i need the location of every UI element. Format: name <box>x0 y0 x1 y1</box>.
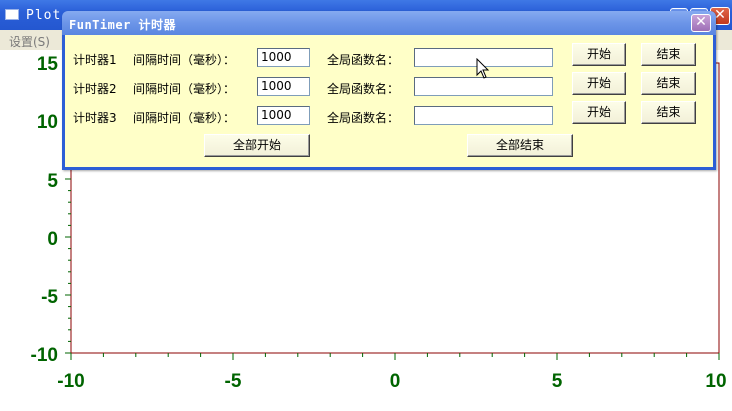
y-tick-label: 15 <box>37 54 59 75</box>
timer-3-label: 计时器3 <box>73 111 117 125</box>
timer-2-interval-label: 间隔时间（毫秒）： <box>133 82 236 96</box>
dialog-close-button[interactable]: ✕ <box>691 14 711 32</box>
y-tick-label: -5 <box>41 287 58 308</box>
timer-3-function-label: 全局函数名： <box>327 111 400 125</box>
timer-2-stop-button[interactable]: 结束 <box>641 72 696 95</box>
dialog-title: FunTimer 计时器 <box>69 18 177 32</box>
y-tick-label: 10 <box>37 112 58 133</box>
x-tick-label: -10 <box>57 371 84 392</box>
timer-1-start-button[interactable]: 开始 <box>572 43 626 66</box>
start-all-button[interactable]: 全部开始 <box>204 134 310 157</box>
timer-1-label: 计时器1 <box>73 53 117 67</box>
timer-2-label: 计时器2 <box>73 82 117 96</box>
y-tick-label: -10 <box>31 345 58 366</box>
funtimer-dialog: FunTimer 计时器 ✕ 计时器1 间隔时间（毫秒）： 1000 全局函数名… <box>62 11 716 170</box>
timer-3-stop-button[interactable]: 结束 <box>641 101 696 124</box>
app-window-icon <box>5 9 19 20</box>
timer-1-function-label: 全局函数名： <box>327 53 400 67</box>
timer-2-interval-input[interactable]: 1000 <box>257 77 310 96</box>
timer-1-interval-label: 间隔时间（毫秒）： <box>133 53 236 67</box>
dialog-titlebar[interactable]: FunTimer 计时器 ✕ <box>62 11 716 35</box>
x-tick-label: 0 <box>390 371 401 392</box>
timer-3-function-input[interactable] <box>414 106 553 125</box>
mouse-cursor-icon <box>476 58 490 79</box>
plot-window-title: Plot <box>26 8 62 23</box>
x-tick-label: 10 <box>705 371 726 392</box>
dialog-body: 计时器1 间隔时间（毫秒）： 1000 全局函数名： 开始 结束 计时器2 间隔… <box>65 35 713 167</box>
timer-1-interval-input[interactable]: 1000 <box>257 48 310 67</box>
timer-3-start-button[interactable]: 开始 <box>572 101 626 124</box>
y-tick-label: 5 <box>47 171 58 192</box>
y-tick-label: 0 <box>47 229 58 250</box>
timer-3-interval-label: 间隔时间（毫秒）： <box>133 111 236 125</box>
timer-1-stop-button[interactable]: 结束 <box>641 43 696 66</box>
x-tick-label: -5 <box>225 371 242 392</box>
timer-2-start-button[interactable]: 开始 <box>572 72 626 95</box>
stop-all-button[interactable]: 全部结束 <box>467 134 573 157</box>
timer-3-interval-input[interactable]: 1000 <box>257 106 310 125</box>
x-tick-label: 5 <box>552 371 563 392</box>
menu-settings[interactable]: 设置(S) <box>9 33 50 50</box>
timer-2-function-label: 全局函数名： <box>327 82 400 96</box>
